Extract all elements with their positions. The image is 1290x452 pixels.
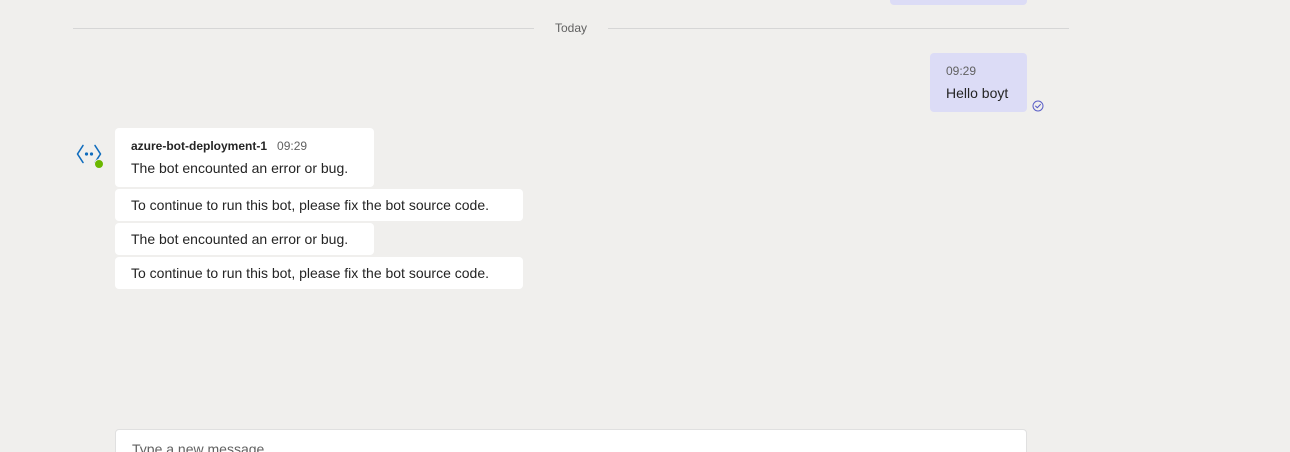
bot-message-text: The bot encounted an error or bug. [131, 160, 349, 176]
previous-message-bubble[interactable] [890, 0, 1027, 5]
outgoing-message-text: Hello boyt [946, 85, 1009, 101]
bot-avatar[interactable] [76, 142, 104, 170]
bot-message-timestamp: 09:29 [277, 139, 308, 153]
bot-message-header: azure-bot-deployment-1 09:29 [131, 139, 358, 153]
bot-message-1[interactable]: azure-bot-deployment-1 09:29 The bot enco… [115, 128, 374, 187]
bot-message-4[interactable]: To continue to run this bot, please fix … [115, 257, 523, 289]
bot-message-2[interactable]: To continue to run this bot, please fix … [115, 189, 523, 221]
divider-line-right [608, 28, 1069, 29]
divider-line-left [73, 28, 534, 29]
read-check-icon [1032, 100, 1044, 112]
date-label: Today [554, 21, 588, 35]
bot-message-text: To continue to run this bot, please fix … [131, 265, 489, 281]
outgoing-message-timestamp: 09:29 [946, 64, 977, 78]
presence-available-icon [94, 159, 104, 169]
bot-message-text: To continue to run this bot, please fix … [131, 197, 489, 213]
outgoing-message[interactable]: 09:29 Hello boyt [930, 53, 1027, 112]
date-divider: Today [73, 18, 1069, 38]
bot-message-text: The bot encounted an error or bug. [131, 231, 349, 247]
bot-message-3[interactable]: The bot encounted an error or bug. [115, 223, 374, 255]
bot-sender-name: azure-bot-deployment-1 [131, 139, 268, 153]
compose-message-input[interactable] [115, 429, 1027, 452]
chat-message-list: Today 09:29 Hello boyt azure-bot-deploym… [0, 0, 1290, 452]
